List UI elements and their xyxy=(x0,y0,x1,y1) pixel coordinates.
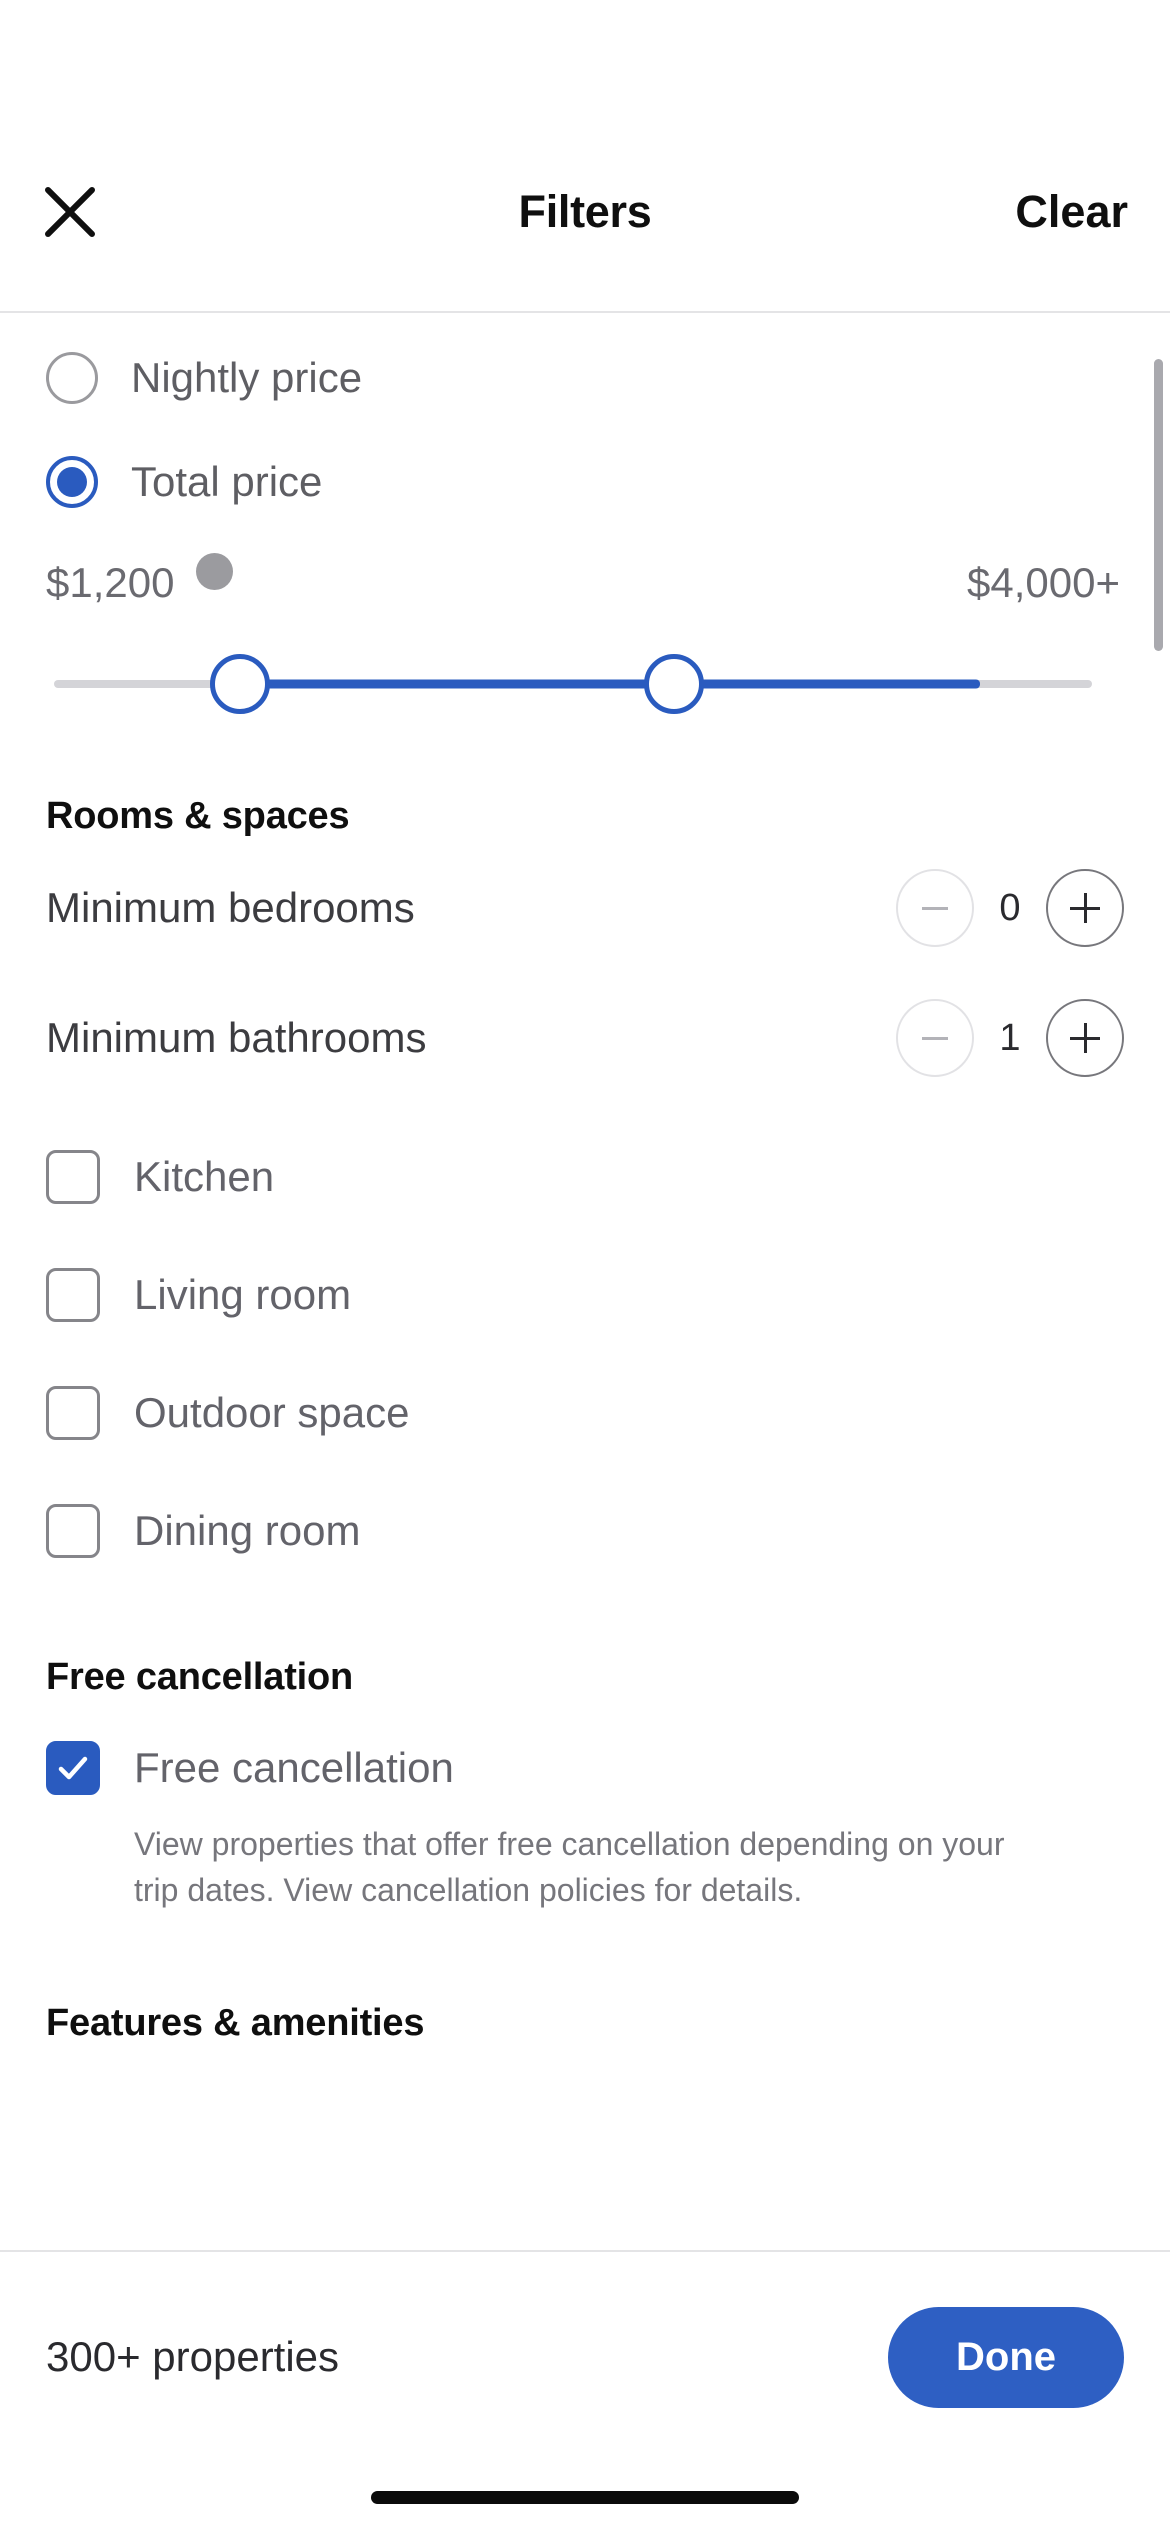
radio-label: Nightly price xyxy=(131,354,363,401)
page-title: Filters xyxy=(518,186,652,237)
radio-option-nightly-price[interactable]: Nightly price xyxy=(46,339,1124,417)
stepper-value: 0 xyxy=(999,886,1021,929)
plus-icon xyxy=(1070,893,1100,923)
results-count: 300+ properties xyxy=(46,2333,340,2380)
increment-button[interactable] xyxy=(1046,999,1124,1077)
price-max-label: $4,000+ xyxy=(967,559,1120,606)
checkbox-label: Living room xyxy=(134,1271,352,1318)
stepper-controls: 0 xyxy=(896,869,1124,947)
section-heading-features: Features & amenities xyxy=(46,2001,425,2044)
home-indicator xyxy=(371,2491,799,2504)
stepper-controls: 1 xyxy=(896,999,1124,1077)
slider-selected-range xyxy=(240,679,980,689)
increment-button[interactable] xyxy=(1046,869,1124,947)
checkbox-label: Dining room xyxy=(134,1507,361,1554)
checkbox-row-outdoor-space[interactable]: Outdoor space xyxy=(46,1374,1124,1452)
status-bar-area xyxy=(0,0,1170,113)
decrement-button[interactable] xyxy=(896,869,974,947)
clear-button[interactable]: Clear xyxy=(1015,186,1128,238)
stepper-label: Minimum bathrooms xyxy=(46,1014,427,1061)
minus-icon xyxy=(922,906,948,910)
checkbox-row-kitchen[interactable]: Kitchen xyxy=(46,1138,1124,1216)
decrement-button[interactable] xyxy=(896,999,974,1077)
section-heading-free-cancellation: Free cancellation xyxy=(46,1656,354,1698)
stepper-label: Minimum bedrooms xyxy=(46,884,415,931)
free-cancellation-description: View properties that offer free cancella… xyxy=(134,1826,1005,1909)
stepper-minimum-bedrooms: Minimum bedrooms 0 xyxy=(46,848,1124,968)
done-button[interactable]: Done xyxy=(888,2306,1124,2408)
checkbox-icon-checked xyxy=(46,1741,100,1795)
slider-handle-min[interactable] xyxy=(210,654,270,714)
modal-header: Filters Clear xyxy=(0,113,1170,313)
section-heading-rooms: Rooms & spaces xyxy=(46,795,350,837)
filters-scroll-area[interactable]: Nightly price Total price $1,200 $4,000+… xyxy=(0,313,1170,2350)
checkbox-icon xyxy=(46,1150,100,1204)
radio-label: Total price xyxy=(131,458,323,505)
checkbox-icon xyxy=(46,1504,100,1558)
vertical-scrollbar[interactable] xyxy=(1154,359,1163,651)
checkbox-row-living-room[interactable]: Living room xyxy=(46,1256,1124,1334)
minus-icon xyxy=(922,1036,948,1040)
radio-icon-unselected xyxy=(46,352,98,404)
checkbox-label: Free cancellation xyxy=(134,1744,454,1791)
filters-screen: Filters Clear Nightly price Total price … xyxy=(0,0,1170,2532)
checkbox-icon xyxy=(46,1386,100,1440)
price-min-label: $1,200 xyxy=(46,559,175,606)
stepper-value: 1 xyxy=(999,1016,1021,1059)
radio-option-total-price[interactable]: Total price xyxy=(46,443,1124,521)
plus-icon xyxy=(1070,1023,1100,1053)
stepper-minimum-bathrooms: Minimum bathrooms 1 xyxy=(46,978,1124,1098)
checkbox-label: Kitchen xyxy=(134,1153,275,1200)
footer-bar: 300+ properties Done xyxy=(0,2250,1170,2532)
price-range-labels: $1,200 $4,000+ xyxy=(46,559,1124,607)
close-icon[interactable] xyxy=(30,172,110,252)
checkbox-row-free-cancellation[interactable]: Free cancellation xyxy=(46,1729,1124,1807)
slider-handle-max[interactable] xyxy=(644,654,704,714)
checkbox-label: Outdoor space xyxy=(134,1389,410,1436)
checkbox-icon xyxy=(46,1268,100,1322)
checkbox-row-dining-room[interactable]: Dining room xyxy=(46,1492,1124,1570)
radio-icon-selected xyxy=(46,456,98,508)
price-range-slider[interactable] xyxy=(46,629,1124,739)
